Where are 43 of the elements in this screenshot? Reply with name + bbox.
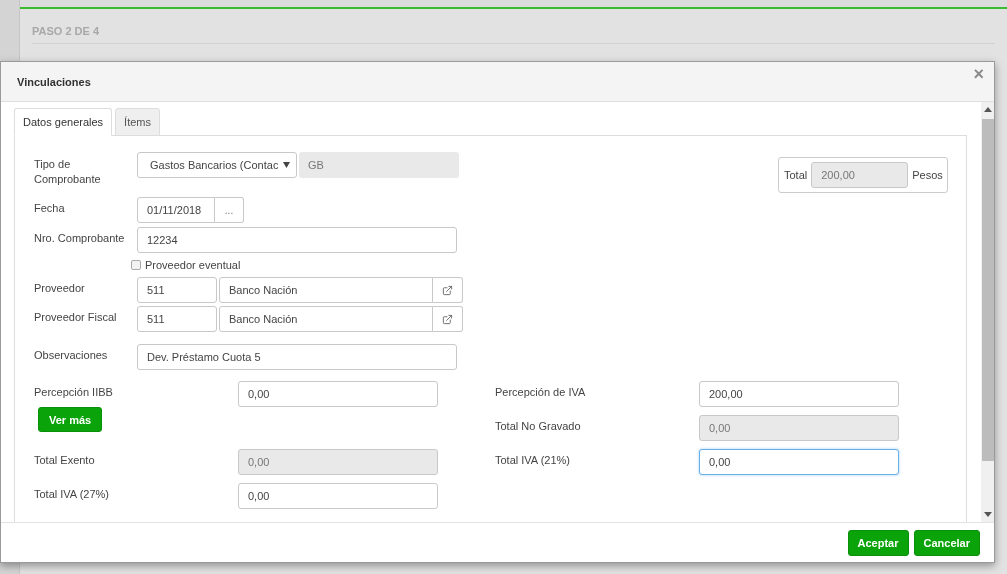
checkbox[interactable] bbox=[131, 260, 141, 270]
supplier-code-field[interactable]: 511 bbox=[137, 277, 217, 303]
field-label: Total Exento bbox=[34, 453, 96, 468]
field-label: Tipo de Comprobante bbox=[34, 157, 102, 187]
amount-field[interactable]: 0,00 bbox=[238, 381, 438, 407]
amount-field[interactable]: 200,00 bbox=[699, 381, 899, 407]
supplier-name-field[interactable]: Banco Nación bbox=[219, 306, 433, 332]
step-title: PASO 2 DE 4 bbox=[32, 25, 995, 44]
supplier-code-field[interactable]: 511 bbox=[137, 306, 217, 332]
dialog-title: Vinculaciones bbox=[17, 75, 91, 88]
field-label: Proveedor Fiscal bbox=[34, 310, 118, 325]
scroll-up-icon[interactable] bbox=[983, 107, 992, 112]
open-link-button[interactable] bbox=[433, 277, 463, 303]
field-label: Total No Gravado bbox=[495, 419, 582, 434]
amount-field[interactable]: 0,00 bbox=[238, 483, 438, 509]
field-label: Percepción IIBB bbox=[34, 385, 114, 400]
field-label: Proveedor bbox=[34, 281, 86, 296]
voucher-type-select[interactable]: Gastos Bancarios (Contac bbox=[137, 152, 297, 178]
caret-icon bbox=[283, 162, 290, 168]
total-label: Total bbox=[784, 169, 808, 181]
tab[interactable]: Ítems bbox=[115, 108, 160, 136]
external-link-icon bbox=[442, 313, 453, 325]
scroll-down-icon[interactable] bbox=[983, 512, 992, 517]
number-field[interactable]: 12234 bbox=[137, 227, 457, 253]
notes-field[interactable]: Dev. Préstamo Cuota 5 bbox=[137, 344, 457, 370]
date-picker-button[interactable]: ... bbox=[215, 197, 244, 223]
field-label: Percepción de IVA bbox=[495, 385, 587, 400]
date-field[interactable]: 01/11/2018 bbox=[137, 197, 215, 223]
amount-field[interactable]: 0,00 bbox=[699, 449, 899, 475]
total-field: 200,00 bbox=[811, 162, 909, 188]
supplier-name-field[interactable]: Banco Nación bbox=[219, 277, 433, 303]
code-field: GB bbox=[299, 152, 459, 178]
scrollbar[interactable] bbox=[981, 102, 994, 522]
field-label: Total IVA (21%) bbox=[495, 453, 571, 468]
field-label: Observaciones bbox=[34, 348, 109, 363]
field-label: Fecha bbox=[34, 201, 66, 216]
checkbox-label: Proveedor eventual bbox=[145, 259, 241, 271]
field-label: Nro. Comprobante bbox=[34, 231, 126, 246]
currency-label: Pesos bbox=[912, 169, 943, 181]
external-link-icon bbox=[442, 284, 453, 296]
open-link-button[interactable] bbox=[433, 306, 463, 332]
field-label: Total IVA (27%) bbox=[34, 487, 110, 502]
tab[interactable]: Datos generales bbox=[14, 108, 113, 136]
